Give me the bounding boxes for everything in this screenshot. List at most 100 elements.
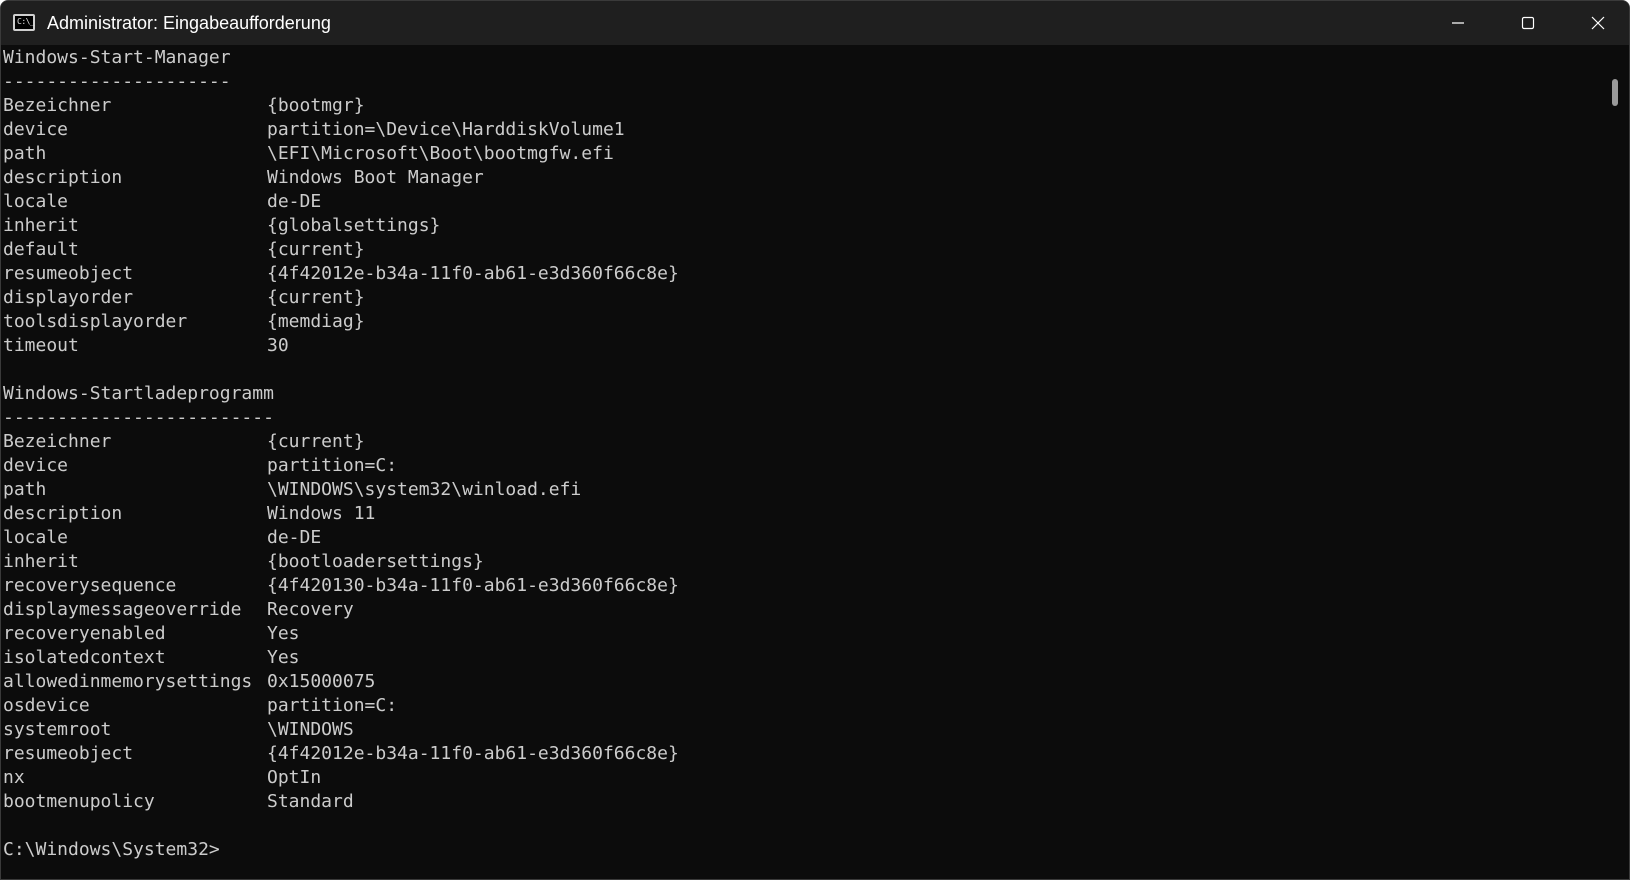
entry-key: inherit <box>3 215 79 236</box>
app-icon-glyph: C:\_ <box>17 17 35 26</box>
entry-key: description <box>3 167 123 188</box>
entry-key: default <box>3 239 79 260</box>
entry-value: {4f42012e-b34a-11f0-ab61-e3d360f66c8e} <box>267 263 679 284</box>
entry-value: \WINDOWS <box>267 719 354 740</box>
entry-row: description Windows Boot Manager <box>3 166 484 190</box>
entry-value: Windows Boot Manager <box>267 167 484 188</box>
entry-key: Bezeichner <box>3 95 112 116</box>
entry-row: description Windows 11 <box>3 502 375 526</box>
entry-row: bootmenupolicy Standard <box>3 790 354 814</box>
close-icon <box>1591 16 1605 30</box>
window-title: Administrator: Eingabeaufforderung <box>47 13 331 33</box>
entry-row: timeout 30 <box>3 334 289 358</box>
entry-value: {memdiag} <box>267 311 365 332</box>
entry-value: partition=C: <box>267 455 398 476</box>
entry-value: 0x15000075 <box>267 671 376 692</box>
entry-key: systemroot <box>3 719 112 740</box>
entry-key: resumeobject <box>3 743 134 764</box>
entry-row: inherit {bootloadersettings} <box>3 550 484 574</box>
entry-key: path <box>3 143 47 164</box>
entry-row: osdevice partition=C: <box>3 694 397 718</box>
entry-row: inherit {globalsettings} <box>3 214 440 238</box>
vertical-scrollbar[interactable] <box>1601 45 1629 879</box>
entry-key: path <box>3 479 47 500</box>
entry-key: displayorder <box>3 287 134 308</box>
entry-key: locale <box>3 191 69 212</box>
entry-value: Yes <box>267 623 300 644</box>
entry-row: toolsdisplayorder {memdiag} <box>3 310 365 334</box>
entry-key: inherit <box>3 551 79 572</box>
entry-key: timeout <box>3 335 79 356</box>
entry-value: de-DE <box>267 191 322 212</box>
close-button[interactable] <box>1563 1 1629 45</box>
entry-value: de-DE <box>267 527 322 548</box>
entry-row: allowedinmemorysettings 0x15000075 <box>3 670 375 694</box>
title-bar[interactable]: C:\_ Administrator: Eingabeaufforderung <box>1 1 1629 45</box>
entry-value: \EFI\Microsoft\Boot\bootmgfw.efi <box>267 143 614 164</box>
section-underline: ------------------------- <box>3 407 274 428</box>
entry-row: path \WINDOWS\system32\winload.efi <box>3 478 581 502</box>
minimize-icon <box>1452 22 1464 24</box>
entry-row: displayorder {current} <box>3 286 365 310</box>
entry-row: recoveryenabled Yes <box>3 622 300 646</box>
entry-value: {4f42012e-b34a-11f0-ab61-e3d360f66c8e} <box>267 743 679 764</box>
entry-value: Yes <box>267 647 300 668</box>
entry-key: resumeobject <box>3 263 134 284</box>
entry-value: {current} <box>267 431 365 452</box>
entry-value: OptIn <box>267 767 322 788</box>
entry-key: recoverysequence <box>3 575 177 596</box>
entry-key: allowedinmemorysettings <box>3 671 253 692</box>
entry-row: default {current} <box>3 238 365 262</box>
entry-key: toolsdisplayorder <box>3 311 188 332</box>
entry-value: {current} <box>267 239 365 260</box>
entry-row: Bezeichner {current} <box>3 430 365 454</box>
console-output[interactable]: Windows-Start-Manager ------------------… <box>1 45 1601 879</box>
section-underline: --------------------- <box>3 71 231 92</box>
entry-value: {4f420130-b34a-11f0-ab61-e3d360f66c8e} <box>267 575 679 596</box>
entry-row: resumeobject {4f42012e-b34a-11f0-ab61-e3… <box>3 742 679 766</box>
entry-value: {globalsettings} <box>267 215 441 236</box>
entry-row: isolatedcontext Yes <box>3 646 300 670</box>
entry-key: recoveryenabled <box>3 623 166 644</box>
section-heading: Windows-Startladeprogramm <box>3 383 274 404</box>
entry-key: device <box>3 455 69 476</box>
scrollbar-thumb[interactable] <box>1612 79 1618 106</box>
entry-value: partition=\Device\HarddiskVolume1 <box>267 119 625 140</box>
entry-value: {current} <box>267 287 365 308</box>
entry-key: locale <box>3 527 69 548</box>
entry-value: Standard <box>267 791 354 812</box>
command-prompt-icon[interactable]: C:\_ <box>13 14 35 31</box>
entry-value: Recovery <box>267 599 354 620</box>
entry-key: isolatedcontext <box>3 647 166 668</box>
entry-value: Windows 11 <box>267 503 376 524</box>
entry-row: path \EFI\Microsoft\Boot\bootmgfw.efi <box>3 142 614 166</box>
entry-row: locale de-DE <box>3 526 321 550</box>
maximize-icon <box>1521 16 1535 30</box>
entry-row: displaymessageoverride Recovery <box>3 598 354 622</box>
entry-key: bootmenupolicy <box>3 791 155 812</box>
entry-key: Bezeichner <box>3 431 112 452</box>
console-window: C:\_ Administrator: Eingabeaufforderung … <box>0 0 1630 880</box>
entry-row: systemroot \WINDOWS <box>3 718 354 742</box>
entry-value: {bootmgr} <box>267 95 365 116</box>
entry-key: nx <box>3 767 25 788</box>
command-prompt[interactable]: C:\Windows\System32> <box>3 838 220 862</box>
entry-row: device partition=\Device\HarddiskVolume1 <box>3 118 625 142</box>
entry-value: {bootloadersettings} <box>267 551 484 572</box>
entry-row: recoverysequence {4f420130-b34a-11f0-ab6… <box>3 574 679 598</box>
entry-value: partition=C: <box>267 695 398 716</box>
entry-row: nx OptIn <box>3 766 321 790</box>
entry-row: device partition=C: <box>3 454 397 478</box>
entry-row: locale de-DE <box>3 190 321 214</box>
minimize-button[interactable] <box>1423 1 1493 45</box>
entry-key: osdevice <box>3 695 90 716</box>
entry-row: resumeobject {4f42012e-b34a-11f0-ab61-e3… <box>3 262 679 286</box>
entry-row: Bezeichner {bootmgr} <box>3 94 365 118</box>
entry-value: 30 <box>267 335 289 356</box>
entry-key: displaymessageoverride <box>3 599 242 620</box>
section-heading: Windows-Start-Manager <box>3 47 231 68</box>
entry-key: description <box>3 503 123 524</box>
entry-value: \WINDOWS\system32\winload.efi <box>267 479 582 500</box>
entry-key: device <box>3 119 69 140</box>
maximize-button[interactable] <box>1493 1 1563 45</box>
